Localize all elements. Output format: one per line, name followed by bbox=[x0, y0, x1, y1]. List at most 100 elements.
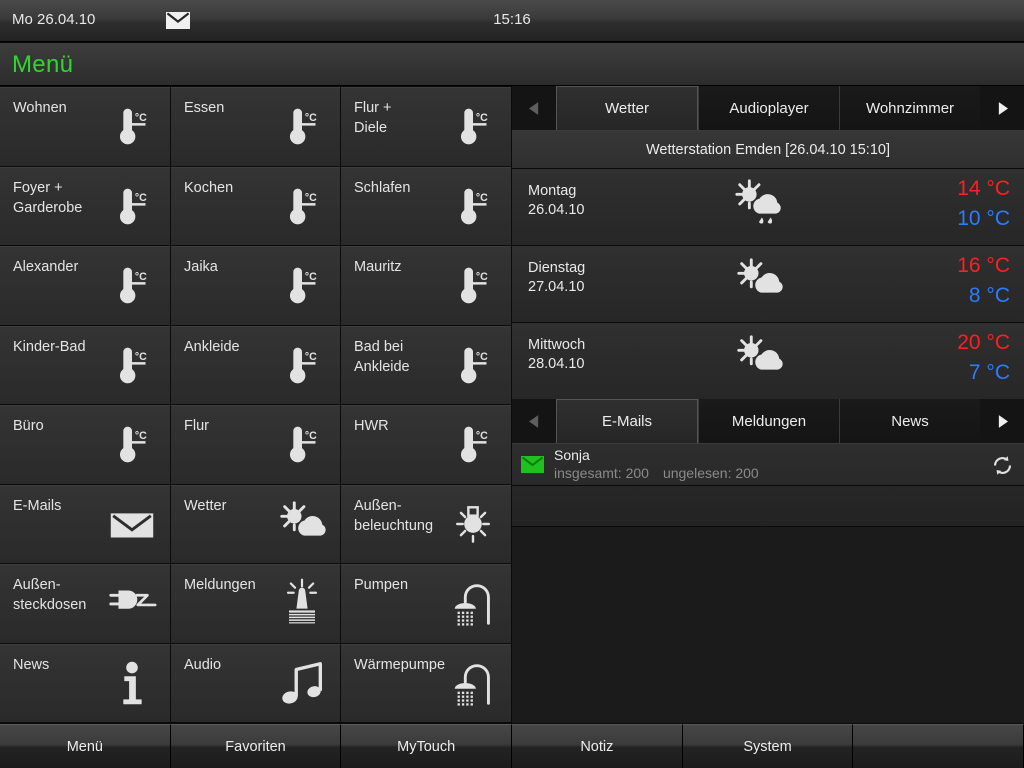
power-plug-icon bbox=[104, 575, 160, 631]
forecast-row[interactable]: Mittwoch 28.04.10 20 °C 7 °C bbox=[512, 323, 1024, 400]
thermometer-icon: °C bbox=[104, 416, 160, 472]
tab-news[interactable]: News bbox=[839, 399, 980, 443]
chevron-right-icon[interactable] bbox=[980, 86, 1024, 130]
forecast-row[interactable]: Montag 26.04.10 14 °C 10 °C bbox=[512, 169, 1024, 246]
sun-cloud-rain-icon bbox=[732, 177, 804, 237]
menu-grid: Wohnen °C Essen °C Flur + Diele °C Foyer … bbox=[0, 87, 512, 723]
shower-pump-icon bbox=[445, 575, 501, 631]
menu-cell-wetter[interactable]: Wetter bbox=[171, 484, 341, 564]
svg-text:°C: °C bbox=[476, 430, 488, 442]
forecast-high: 20 °C bbox=[957, 331, 1010, 354]
chevron-left-icon[interactable] bbox=[512, 86, 556, 130]
menu-cell-kochen[interactable]: Kochen °C bbox=[171, 166, 341, 246]
menu-cell-label: Kochen bbox=[184, 179, 234, 196]
forecast-high: 14 °C bbox=[957, 177, 1010, 200]
menu-cell-label: Flur bbox=[184, 418, 209, 434]
menu-cell-essen[interactable]: Essen °C bbox=[171, 87, 341, 167]
thermometer-icon: °C bbox=[274, 178, 330, 234]
tab-audioplayer[interactable]: Audioplayer bbox=[698, 86, 839, 130]
menu-cell-büro[interactable]: Büro °C bbox=[0, 405, 171, 485]
svg-text:°C: °C bbox=[476, 112, 488, 124]
menu-cell-foyer-garderobe[interactable]: Foyer + Garderobe °C bbox=[0, 166, 171, 246]
chevron-left-icon[interactable] bbox=[512, 399, 556, 443]
menu-cell-label: Pumpen bbox=[354, 577, 409, 593]
menu-cell-schlafen[interactable]: Schlafen °C bbox=[341, 166, 512, 246]
forecast-low: 10 °C bbox=[957, 207, 1010, 230]
forecast-date: 27.04.10 bbox=[528, 279, 585, 295]
mail-account-row[interactable]: Sonja insgesamt: 200 ungelesen: 200 bbox=[512, 444, 1024, 486]
tab-e-mails[interactable]: E-Mails bbox=[556, 399, 698, 443]
menu-cell-label: Schlafen bbox=[354, 179, 411, 196]
mail-tabbar: E-Mails Meldungen News bbox=[512, 399, 1024, 444]
green-envelope-icon bbox=[521, 456, 544, 473]
svg-text:°C: °C bbox=[476, 271, 488, 283]
menu-cell-label: Mauritz bbox=[354, 259, 402, 275]
nav-button-system[interactable]: System bbox=[682, 724, 854, 768]
svg-text:°C: °C bbox=[476, 192, 488, 204]
menu-cell-label: Wohnen bbox=[13, 100, 67, 116]
menu-cell-außen-steckdosen[interactable]: Außen-steckdosen bbox=[0, 564, 171, 644]
menu-cell-bad-bei-ankleide[interactable]: Bad bei Ankleide °C bbox=[341, 325, 512, 405]
nav-button-men-[interactable]: Menü bbox=[0, 724, 171, 768]
menu-cell-label: Kinder-Bad bbox=[13, 338, 86, 355]
mail-list-filler bbox=[512, 527, 1024, 723]
menu-cell-label: HWR bbox=[354, 418, 389, 434]
menu-cell-e-mails[interactable]: E-Mails bbox=[0, 484, 171, 564]
menu-cell-label: Audio bbox=[184, 656, 222, 673]
menu-cell-kinder-bad[interactable]: Kinder-Bad °C bbox=[0, 325, 171, 405]
svg-text:°C: °C bbox=[135, 351, 147, 363]
menu-cell-alexander[interactable]: Alexander °C bbox=[0, 246, 171, 326]
menu-cell-label: Außen-beleuchtung bbox=[354, 497, 434, 534]
tab-meldungen[interactable]: Meldungen bbox=[698, 399, 839, 443]
thermometer-icon: °C bbox=[445, 416, 501, 472]
sun-cloud-icon bbox=[732, 254, 804, 314]
thermometer-icon: °C bbox=[274, 98, 330, 154]
menu-cell-außen-beleuchtung[interactable]: Außen-beleuchtung bbox=[341, 484, 512, 564]
menu-cell-jaika[interactable]: Jaika °C bbox=[171, 246, 341, 326]
page-title: Menü bbox=[12, 51, 74, 78]
status-time: 15:16 bbox=[493, 11, 531, 28]
nav-button-notiz[interactable]: Notiz bbox=[512, 724, 683, 768]
menu-cell-pumpen[interactable]: Pumpen bbox=[341, 564, 512, 644]
chevron-right-icon[interactable] bbox=[980, 399, 1024, 443]
menu-cell-label: Essen bbox=[184, 100, 225, 116]
forecast-low: 8 °C bbox=[968, 284, 1010, 307]
forecast-list: Montag 26.04.10 14 °C 10 °C Dienstag 27.04.1… bbox=[512, 169, 1024, 400]
nav-button-mytouch[interactable]: MyTouch bbox=[341, 724, 513, 768]
menu-cell-meldungen[interactable]: Meldungen bbox=[171, 564, 341, 644]
forecast-high: 16 °C bbox=[957, 254, 1010, 277]
thermometer-icon: °C bbox=[445, 257, 501, 313]
menu-cell-wärmepumpe[interactable]: Wärmepumpe bbox=[341, 643, 512, 723]
thermometer-icon: °C bbox=[274, 416, 330, 472]
status-bar: Mo 26.04.10 15:16 bbox=[0, 0, 1024, 42]
thermometer-icon: °C bbox=[104, 257, 160, 313]
menu-cell-flur[interactable]: Flur °C bbox=[171, 405, 341, 485]
svg-text:°C: °C bbox=[305, 192, 317, 204]
menu-cell-wohnen[interactable]: Wohnen °C bbox=[0, 87, 171, 167]
menu-cell-label: News bbox=[13, 656, 50, 673]
menu-cell-hwr[interactable]: HWR °C bbox=[341, 405, 512, 485]
envelope-icon bbox=[104, 496, 160, 552]
tab-wetter[interactable]: Wetter bbox=[556, 86, 698, 130]
menu-cell-ankleide[interactable]: Ankleide °C bbox=[171, 325, 341, 405]
alarm-siren-icon bbox=[274, 575, 330, 631]
menu-cell-flur-diele[interactable]: Flur + Diele °C bbox=[341, 87, 512, 167]
weather-tabbar: Wetter Audioplayer Wohnzimmer bbox=[512, 86, 1024, 131]
title-bar: Menü bbox=[0, 43, 1024, 86]
menu-cell-label: Büro bbox=[13, 418, 44, 434]
sun-cloud-icon bbox=[732, 331, 804, 391]
menu-cell-audio[interactable]: Audio bbox=[171, 643, 341, 723]
forecast-day: Montag bbox=[528, 183, 577, 199]
menu-cell-mauritz[interactable]: Mauritz °C bbox=[341, 246, 512, 326]
refresh-icon[interactable] bbox=[991, 454, 1014, 477]
svg-text:°C: °C bbox=[305, 112, 317, 124]
forecast-row[interactable]: Dienstag 27.04.10 16 °C 8 °C bbox=[512, 246, 1024, 323]
menu-cell-news[interactable]: News bbox=[0, 643, 171, 723]
menu-cell-label: Bad bei Ankleide bbox=[354, 338, 410, 375]
thermometer-icon: °C bbox=[104, 98, 160, 154]
tab-wohnzimmer[interactable]: Wohnzimmer bbox=[839, 86, 980, 130]
menu-cell-label: Alexander bbox=[13, 259, 79, 275]
thermometer-icon: °C bbox=[445, 178, 501, 234]
nav-button-favoriten[interactable]: Favoriten bbox=[170, 724, 342, 768]
mail-account-counts: insgesamt: 200 ungelesen: 200 bbox=[554, 465, 759, 481]
